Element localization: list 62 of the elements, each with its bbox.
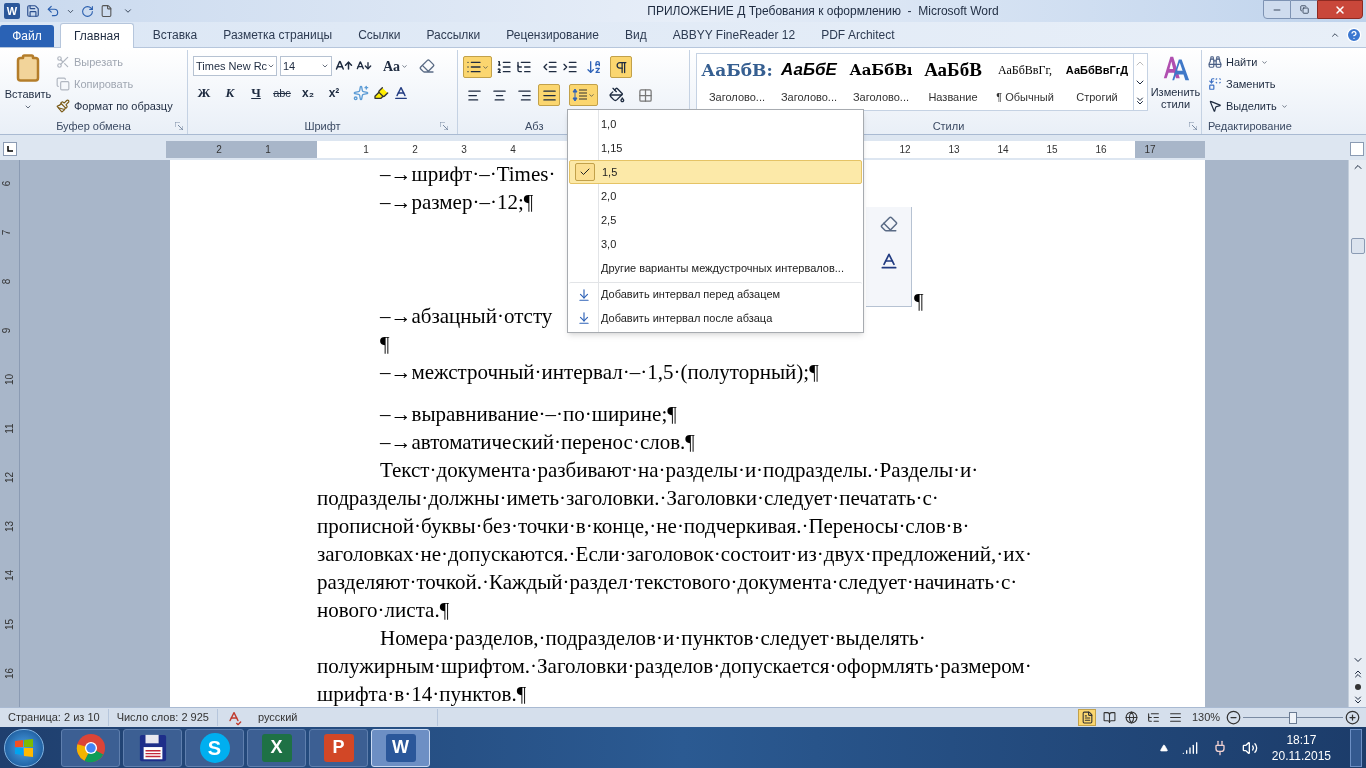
list-item: –→шрифт·–·Times· <box>380 161 556 188</box>
style-preview: АаБбВı <box>849 60 913 81</box>
ruler-number: 13 <box>948 142 960 157</box>
paragraph-line: подразделы·должны·иметь·заголовки.·Заголовки·следует·печатать·с· <box>317 485 939 512</box>
ruler-number: 14 <box>3 569 17 582</box>
ruler-number: 15 <box>1046 142 1058 157</box>
style-name: ¶ Обычный <box>996 89 1054 105</box>
ruler-number: 16 <box>3 667 17 680</box>
ruler-number: 16 <box>1095 142 1107 157</box>
ruler-number: 1 <box>265 142 271 157</box>
paragraph-line: прописной·буквы·без·точки·в·конце,·не·подчеркивая.·Переносы·слов·в· <box>317 513 970 540</box>
ruler-number: 2 <box>216 142 222 157</box>
ruler-number: 1 <box>363 142 369 157</box>
style-name: Заголово... <box>852 89 910 105</box>
list-item: ¶ <box>380 331 390 358</box>
group-label: Стили <box>932 118 965 134</box>
ruler-number: 8 <box>0 278 14 285</box>
group-label: Шрифт <box>304 118 341 134</box>
list-item: –→размер·–·12;¶ <box>380 189 534 216</box>
style-name: Заголово... <box>780 89 838 105</box>
ruler-number: 2 <box>412 142 418 157</box>
skype-icon: S <box>199 732 230 763</box>
style-preview: АаБбВвГгД <box>1065 63 1129 78</box>
list-item: –→выравнивание·–·по·ширине;¶ <box>380 401 677 428</box>
paragraph-line: полужирным·шрифтом.·Заголовки·разделов·допускается·оформлять·размером· <box>317 653 1032 680</box>
list-item: –→автоматический·перенос·слов.¶ <box>380 429 695 456</box>
style-name: Название <box>928 89 978 105</box>
ruler-number: 14 <box>997 142 1009 157</box>
ruler-number: 3 <box>461 142 467 157</box>
ruler-number: 7 <box>0 229 14 236</box>
word-processor-icon: W <box>385 733 416 762</box>
paragraph-line: Текст·документа·разбивают·на·разделы·и·подразделы.·Разделы·и· <box>380 457 979 484</box>
window-title: ПРИЛОЖЕНИЕ Д Требования к оформлению - Microsoft Word <box>647 3 999 20</box>
paragraph-line: разделяют·точкой.·Каждый·раздел·текстового·документа·следует·начинать·с· <box>317 569 1018 596</box>
ruler-number: 15 <box>3 618 17 631</box>
ruler-number: 12 <box>899 142 911 157</box>
group-label: Буфер обмена <box>56 118 131 134</box>
style-name: Строгий <box>1076 89 1118 105</box>
style-preview: АаБбВ <box>924 59 982 81</box>
list-item: –→абзацный·отсту <box>380 303 553 330</box>
style-name: Заголово... <box>708 89 766 105</box>
ruler-number: 17 <box>1144 142 1156 157</box>
paragraph-line: нового·листа.¶ <box>317 597 450 624</box>
paragraph-line: заголовках·не·допускаются.·Если·заголовок·состоит·из·двух·предложений,·их· <box>317 541 1032 568</box>
ruler-number: 13 <box>3 520 17 533</box>
paragraph-mark: ¶ <box>914 288 924 315</box>
style-preview: АаБбВвГг, <box>998 62 1052 79</box>
presentation-app-icon: P <box>323 733 354 762</box>
group-label: Редактирование <box>1208 118 1292 134</box>
paragraph-line: шрифта·в·14·пунктов.¶ <box>317 681 527 707</box>
ruler-number: 10 <box>3 373 17 386</box>
spreadsheet-app-icon: X <box>261 733 292 762</box>
list-item: –→межстрочный·интервал·–·1,5·(полуторный);¶ <box>380 359 819 386</box>
ruler-number: 9 <box>0 327 14 334</box>
ruler-number: 11 <box>2 423 16 434</box>
ruler-number: 12 <box>3 471 17 484</box>
style-preview: АаБбЕ <box>781 59 837 81</box>
style-preview: АаБбВ: <box>701 59 773 81</box>
paragraph-line: Номера·разделов,·подразделов·и·пунктов·следует·выделять· <box>380 625 926 652</box>
ruler-number: 4 <box>510 142 516 157</box>
ruler-number: 6 <box>0 180 14 187</box>
group-label: Абз <box>525 118 544 134</box>
